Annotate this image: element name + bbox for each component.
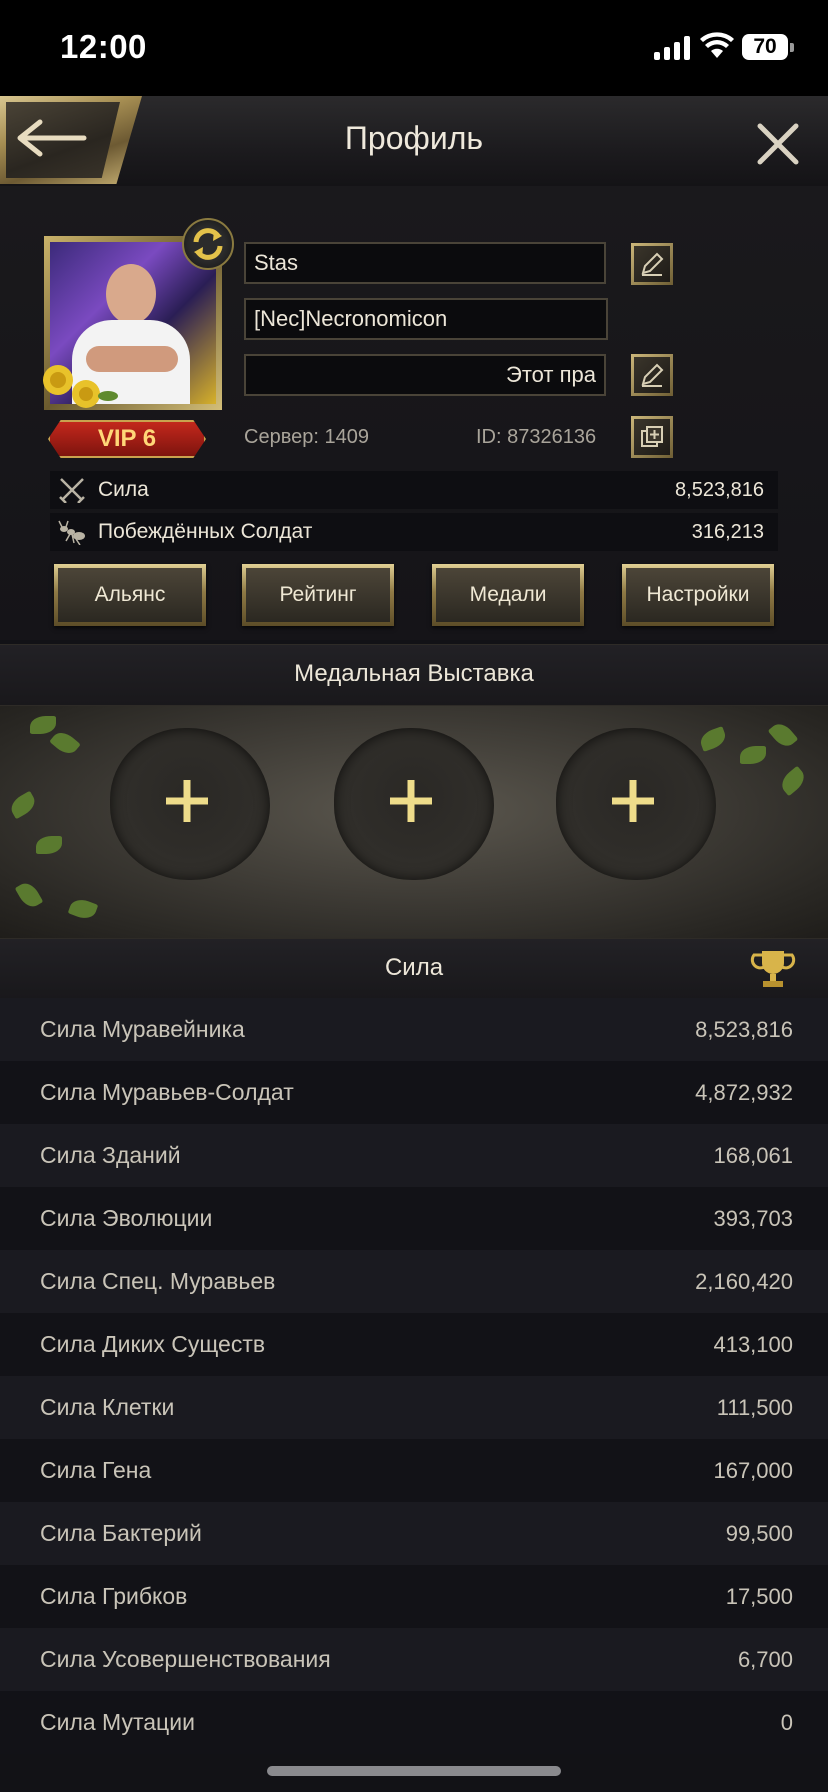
medals-button[interactable]: Медали — [432, 564, 584, 626]
stat-label: Сила — [98, 478, 149, 501]
name-field: Stas — [244, 242, 606, 284]
row-value: 168,061 — [713, 1143, 793, 1168]
row-label: Сила Муравейника — [40, 1016, 245, 1042]
row-label: Сила Эволюции — [40, 1205, 213, 1231]
settings-button[interactable]: Настройки — [622, 564, 774, 626]
row-value: 393,703 — [713, 1206, 793, 1231]
list-item: Сила Бактерий 99,500 — [0, 1502, 828, 1565]
pencil-icon — [641, 363, 664, 387]
row-label: Сила Гена — [40, 1457, 152, 1483]
power-section-header: Сила — [0, 938, 828, 1000]
rating-button[interactable]: Рейтинг — [242, 564, 394, 626]
stat-value: 8,523,816 — [675, 479, 764, 501]
row-label: Сила Грибков — [40, 1583, 188, 1609]
row-value: 2,160,420 — [695, 1269, 793, 1294]
row-value: 99,500 — [725, 1521, 793, 1546]
power-list: Сила Муравейника 8,523,816 Сила Муравьев-… — [0, 998, 828, 1754]
row-value: 6,700 — [737, 1647, 793, 1672]
status-bar: 12:00 70 — [0, 0, 828, 96]
home-indicator[interactable] — [267, 1766, 561, 1776]
copy-id-button[interactable] — [631, 416, 673, 458]
row-value: 8,523,816 — [695, 1017, 793, 1042]
trophy-icon[interactable] — [750, 947, 796, 991]
signature-field: Этот пра — [244, 354, 606, 396]
list-item: Сила Зданий 168,061 — [0, 1124, 828, 1187]
ant-icon — [58, 520, 85, 545]
plus-icon — [612, 780, 654, 822]
list-item: Сила Диких Существ 413,100 — [0, 1313, 828, 1376]
row-value: 4,872,932 — [695, 1080, 793, 1105]
alliance-button-label: Альянс — [58, 568, 202, 622]
row-label: Сила Диких Существ — [40, 1331, 266, 1357]
medal-slot-2[interactable] — [334, 728, 494, 880]
list-item: Сила Муравьев-Солдат 4,872,932 — [0, 1061, 828, 1124]
list-item: Сила Клетки 111,500 — [0, 1376, 828, 1439]
stat-row-power: Сила 8,523,816 — [50, 471, 778, 509]
wifi-icon — [700, 32, 734, 58]
list-item: Сила Грибков 17,500 — [0, 1565, 828, 1628]
row-value: 111,500 — [716, 1395, 793, 1420]
medal-display — [0, 706, 828, 938]
stat-row-defeated-soldiers: Побеждённых Солдат 316,213 — [50, 513, 778, 551]
alliance-button[interactable]: Альянс — [54, 564, 206, 626]
signal-icon — [654, 36, 690, 60]
section-title: Медальная Выставка — [294, 660, 534, 687]
plus-icon — [390, 780, 432, 822]
list-item: Сила Мутации 0 — [0, 1691, 828, 1754]
medal-section-header: Медальная Выставка — [0, 644, 828, 706]
row-label: Сила Муравьев-Солдат — [40, 1079, 294, 1105]
header: Профиль — [0, 96, 828, 187]
copy-icon — [641, 426, 663, 447]
page-title: Профиль — [344, 120, 484, 156]
list-item: Сила Муравейника 8,523,816 — [0, 998, 828, 1061]
row-label: Сила Мутации — [40, 1709, 195, 1735]
edit-signature-button[interactable] — [631, 354, 673, 396]
row-value: 413,100 — [713, 1332, 793, 1357]
row-label: Сила Клетки — [40, 1394, 175, 1420]
medal-slot-1[interactable] — [110, 728, 270, 880]
row-label: Сила Зданий — [40, 1142, 181, 1168]
medals-button-label: Медали — [436, 568, 580, 622]
row-value: 0 — [780, 1710, 793, 1735]
list-item: Сила Гена 167,000 — [0, 1439, 828, 1502]
crossed-swords-icon — [59, 478, 85, 503]
close-icon[interactable] — [756, 122, 800, 166]
settings-button-label: Настройки — [626, 568, 770, 622]
list-item: Сила Эволюции 393,703 — [0, 1187, 828, 1250]
alliance-field: [Nec]Necronomicon — [244, 298, 608, 340]
pencil-icon — [641, 252, 664, 276]
player-id-label: ID: 87326136 — [476, 426, 597, 448]
list-item: Сила Спец. Муравьев 2,160,420 — [0, 1250, 828, 1313]
row-label: Сила Спец. Муравьев — [40, 1268, 276, 1294]
battery-icon: 70 — [742, 34, 794, 60]
row-value: 167,000 — [713, 1458, 793, 1483]
row-label: Сила Усовершенствования — [40, 1646, 331, 1672]
plus-icon — [166, 780, 208, 822]
medal-slot-3[interactable] — [556, 728, 716, 880]
stat-value: 316,213 — [691, 521, 764, 543]
stat-label: Побеждённых Солдат — [98, 520, 313, 543]
list-item: Сила Усовершенствования 6,700 — [0, 1628, 828, 1691]
rose-decoration-icon — [43, 365, 118, 408]
rating-button-label: Рейтинг — [246, 568, 390, 622]
server-label: Сервер: 1409 — [244, 426, 369, 448]
status-time: 12:00 — [60, 28, 147, 65]
section-title: Сила — [384, 954, 444, 981]
vip-badge[interactable]: VIP 6 — [48, 420, 206, 458]
edit-name-button[interactable] — [631, 243, 673, 285]
refresh-icon[interactable] — [182, 218, 234, 270]
row-label: Сила Бактерий — [40, 1520, 202, 1546]
row-value: 17,500 — [725, 1584, 793, 1609]
